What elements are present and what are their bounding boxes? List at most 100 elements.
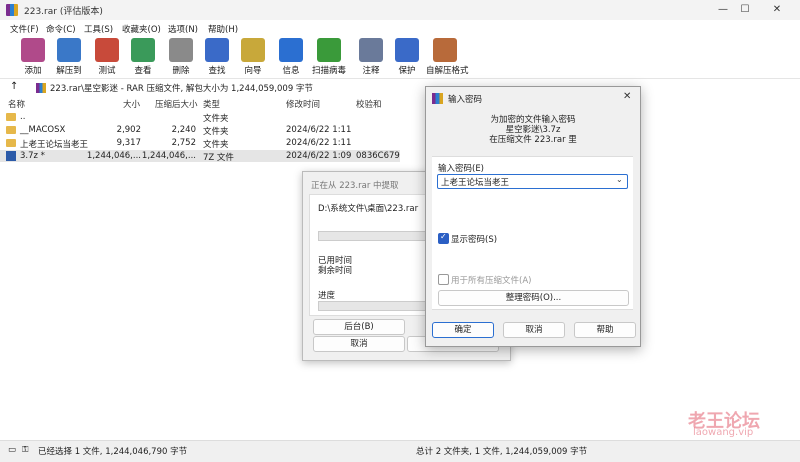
extract-dialog-title: 正在从 223.rar 中提取 — [311, 181, 399, 191]
show-password-checkbox[interactable] — [438, 232, 449, 244]
extract-cancel-button[interactable]: 取消 — [313, 336, 405, 352]
prompt-line-1: 为加密的文件输入密码 — [490, 115, 576, 125]
progress-label: 进度 — [318, 291, 336, 301]
status-bar: ▭ ⚿ 已经选择 1 文件, 1,244,046,790 字节 总计 2 文件夹… — [0, 440, 800, 462]
enter-password-label: 输入密码(E) — [438, 164, 485, 174]
toolbar-label: 注释 — [362, 66, 380, 76]
table-row[interactable]: 3.7z * 1,244,046,... 1,244,046,... 7Z 文件 202… — [0, 150, 400, 163]
column-packed[interactable]: 压缩后大小 — [155, 98, 198, 110]
up-arrow-icon[interactable]: ↑ — [10, 81, 18, 92]
toolbar: 添加 解压到 测试 查看 删除 查找 向导 信息 扫描病毒 注释 保护 自解压格式 — [0, 36, 800, 78]
status-total: 总计 2 文件夹, 1 文件, 1,244,059,009 字节 — [416, 447, 588, 457]
toolbar-view-button[interactable]: 查看 — [124, 36, 162, 78]
info-icon — [279, 38, 303, 62]
add-icon — [21, 38, 45, 62]
menu-tools[interactable]: 工具(S) — [84, 23, 113, 35]
column-type[interactable]: 类型 — [203, 98, 220, 110]
column-modified[interactable]: 修改时间 — [286, 98, 320, 110]
toolbar-virus-scan-button[interactable]: 扫描病毒 — [310, 36, 348, 78]
column-name[interactable]: 名称 — [8, 98, 25, 110]
toolbar-find-button[interactable]: 查找 — [198, 36, 236, 78]
test-icon — [95, 38, 119, 62]
menu-commands[interactable]: 命令(C) — [46, 23, 76, 35]
toolbar-label: 删除 — [172, 66, 190, 76]
ok-button[interactable]: 确定 — [432, 322, 494, 338]
table-row[interactable]: 上老王论坛当老王 9,317 2,752 文件夹 2024/6/22 1:11 — [0, 137, 400, 150]
table-row[interactable]: __MACOSX 2,902 2,240 文件夹 2024/6/22 1:11 — [0, 124, 400, 137]
cell-name: .. — [20, 112, 26, 122]
view-icon — [131, 38, 155, 62]
cell-size: 9,317 — [116, 138, 141, 148]
column-size[interactable]: 大小 — [123, 98, 140, 110]
chevron-down-icon[interactable]: ⌄ — [616, 175, 623, 184]
cell-type: 文件夹 — [203, 127, 229, 137]
toolbar-test-button[interactable]: 测试 — [88, 36, 126, 78]
toolbar-label: 向导 — [244, 66, 262, 76]
cell-packed: 2,240 — [171, 125, 196, 135]
show-password-label[interactable]: 显示密码(S) — [451, 233, 497, 245]
status-selection: 已经选择 1 文件, 1,244,046,790 字节 — [38, 447, 188, 457]
menu-file[interactable]: 文件(F) — [10, 23, 39, 35]
menu-help[interactable]: 帮助(H) — [208, 23, 238, 35]
toolbar-label: 添加 — [24, 66, 42, 76]
password-prompt: 为加密的文件输入密码 星空影迷\3.7z 在压缩文件 223.rar 里 — [426, 115, 640, 145]
cell-name: __MACOSX — [20, 125, 66, 135]
folder-icon — [6, 126, 16, 134]
cell-name: 上老王论坛当老王 — [20, 140, 89, 150]
watermark-url: laowang.vip — [693, 427, 754, 438]
protect-icon — [395, 38, 419, 62]
wizard-icon — [241, 38, 265, 62]
toolbar-wizard-button[interactable]: 向导 — [234, 36, 272, 78]
find-icon — [205, 38, 229, 62]
toolbar-add-button[interactable]: 添加 — [14, 36, 52, 78]
address-bar: ↑ 223.rar\星空影迷 - RAR 压缩文件, 解包大小为 1,244,0… — [0, 78, 800, 98]
table-row[interactable]: .. 文件夹 — [0, 111, 400, 124]
extract-to-icon — [57, 38, 81, 62]
help-button[interactable]: 帮助 — [574, 322, 636, 338]
all-archives-label[interactable]: 用于所有压缩文件(A) — [451, 274, 531, 286]
title-bar: 223.rar (评估版本) — ☐ ✕ — [0, 0, 800, 20]
toolbar-label: 扫描病毒 — [311, 66, 346, 76]
toolbar-label: 解压到 — [56, 66, 82, 76]
password-value: 上老王论坛当老王 — [441, 178, 510, 188]
menu-bar: 文件(F) 命令(C) 工具(S) 收藏夹(O) 选项(N) 帮助(H) — [0, 20, 800, 36]
cell-modified: 2024/6/22 1:11 — [286, 138, 352, 148]
comment-icon — [359, 38, 383, 62]
archive-path[interactable]: 223.rar\星空影迷 - RAR 压缩文件, 解包大小为 1,244,059… — [50, 82, 313, 94]
toolbar-comment-button[interactable]: 注释 — [352, 36, 390, 78]
organize-passwords-button[interactable]: 整理密码(O)... — [438, 290, 629, 306]
cell-size: 2,902 — [116, 125, 141, 135]
winrar-app-icon — [6, 4, 18, 16]
password-cancel-button[interactable]: 取消 — [503, 322, 565, 338]
password-dialog-title: 输入密码 — [448, 95, 483, 105]
close-icon[interactable]: ✕ — [623, 91, 631, 102]
archive-icon — [36, 83, 46, 93]
toolbar-info-button[interactable]: 信息 — [272, 36, 310, 78]
toolbar-label: 信息 — [282, 66, 300, 76]
menu-options[interactable]: 选项(N) — [168, 23, 198, 35]
cell-modified: 2024/6/22 1:09 — [286, 151, 352, 161]
toolbar-label: 自解压格式 — [426, 66, 469, 76]
sfx-icon — [433, 38, 457, 62]
password-dialog: 输入密码 ✕ 为加密的文件输入密码 星空影迷\3.7z 在压缩文件 223.ra… — [425, 86, 641, 347]
key-icon: ⚿ — [22, 445, 29, 455]
archive-file-icon — [6, 151, 16, 161]
column-crc[interactable]: 校验和 — [356, 98, 382, 110]
toolbar-protect-button[interactable]: 保护 — [388, 36, 426, 78]
toolbar-extract-to-button[interactable]: 解压到 — [50, 36, 88, 78]
menu-favorites[interactable]: 收藏夹(O) — [122, 23, 161, 35]
cell-type: 7Z 文件 — [203, 153, 234, 163]
all-archives-checkbox[interactable] — [438, 274, 449, 285]
winrar-dialog-icon — [432, 93, 443, 104]
cell-name: 3.7z * — [20, 151, 45, 161]
password-input[interactable]: 上老王论坛当老王 ⌄ — [437, 174, 628, 189]
window-title: 223.rar (评估版本) — [24, 7, 103, 17]
cell-type: 文件夹 — [203, 140, 229, 150]
toolbar-sfx-button[interactable]: 自解压格式 — [426, 36, 469, 78]
prompt-line-2: 星空影迷\3.7z — [505, 125, 561, 135]
folder-icon — [6, 139, 16, 147]
background-button[interactable]: 后台(B) — [313, 319, 405, 335]
close-button[interactable]: ✕ — [762, 0, 792, 20]
toolbar-delete-button[interactable]: 删除 — [162, 36, 200, 78]
maximize-button[interactable]: ☐ — [730, 0, 760, 20]
